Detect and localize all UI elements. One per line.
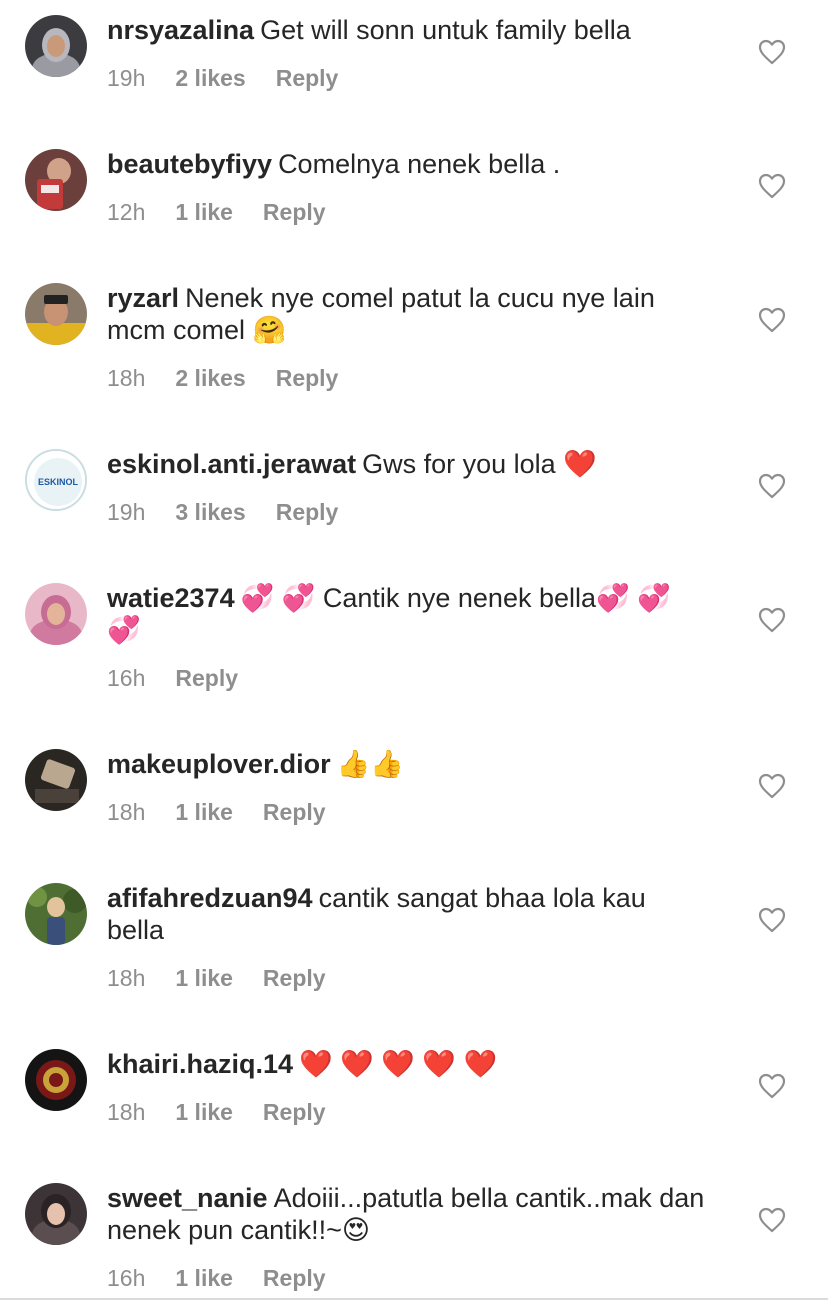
comment-meta: 18h 1 like Reply <box>107 798 326 826</box>
comment-likes[interactable]: 1 like <box>175 798 233 826</box>
comment-text-block: beautebyfiyy Comelnya nenek bella . <box>107 148 707 180</box>
avatar[interactable] <box>25 1183 87 1245</box>
comment-text: Nenek nye comel patut la cucu nye lain m… <box>107 283 655 345</box>
comment-text-block: nrsyazalina Get will sonn untuk family be… <box>107 14 707 46</box>
avatar[interactable]: ESKINOL <box>25 449 87 511</box>
comment-meta: 16h 1 like Reply <box>107 1264 326 1292</box>
comment-username[interactable]: makeuplover.dior <box>107 749 331 779</box>
comment-username[interactable]: khairi.haziq.14 <box>107 1049 293 1079</box>
comment-likes[interactable]: 3 likes <box>175 498 245 526</box>
comment-time: 18h <box>107 1099 146 1125</box>
comment-time: 16h <box>107 665 146 691</box>
comment-time: 18h <box>107 799 146 825</box>
avatar[interactable] <box>25 583 87 645</box>
like-heart-icon[interactable] <box>758 473 786 499</box>
comment-likes[interactable]: 1 like <box>175 1098 233 1126</box>
comment-meta: 16h Reply <box>107 664 238 692</box>
comment-likes[interactable]: 1 like <box>175 198 233 226</box>
comment-time: 18h <box>107 365 146 391</box>
comment-username[interactable]: afifahredzuan94 <box>107 883 313 913</box>
comment-text-block: sweet_nanie Adoiii...patutla bella cantik… <box>107 1182 707 1246</box>
svg-text:ESKINOL: ESKINOL <box>38 477 79 487</box>
comment-meta: 18h 1 like Reply <box>107 964 326 992</box>
comment-text-block: afifahredzuan94 cantik sangat bhaa lola k… <box>107 882 707 946</box>
comment-text-block: ryzarl Nenek nye comel patut la cucu nye … <box>107 282 707 346</box>
comment-likes[interactable]: 1 like <box>175 1264 233 1292</box>
like-heart-icon[interactable] <box>758 39 786 65</box>
comment-text: Comelnya nenek bella . <box>278 149 561 179</box>
comment-meta: 19h 2 likes Reply <box>107 64 338 92</box>
comment-time: 12h <box>107 199 146 225</box>
comment-username[interactable]: beautebyfiyy <box>107 149 272 179</box>
comment-likes[interactable]: 1 like <box>175 964 233 992</box>
like-heart-icon[interactable] <box>758 1207 786 1233</box>
comment-text: Gws for you lola ❤️ <box>362 449 597 479</box>
comment-meta: 12h 1 like Reply <box>107 198 326 226</box>
reply-button[interactable]: Reply <box>276 364 339 392</box>
comment-username[interactable]: nrsyazalina <box>107 15 254 45</box>
like-heart-icon[interactable] <box>758 607 786 633</box>
like-heart-icon[interactable] <box>758 907 786 933</box>
comment-text-block: makeuplover.dior 👍👍 <box>107 748 707 780</box>
comment-text-block: khairi.haziq.14 ❤️ ❤️ ❤️ ❤️ ❤️ <box>107 1048 707 1080</box>
comment-text: Get will sonn untuk family bella <box>260 15 631 45</box>
reply-button[interactable]: Reply <box>263 1264 326 1292</box>
comment-time: 19h <box>107 499 146 525</box>
avatar[interactable] <box>25 749 87 811</box>
reply-button[interactable]: Reply <box>263 964 326 992</box>
reply-button[interactable]: Reply <box>175 664 238 692</box>
comment-text-block: eskinol.anti.jerawat Gws for you lola ❤️ <box>107 448 707 480</box>
comment-meta: 19h 3 likes Reply <box>107 498 338 526</box>
avatar[interactable] <box>25 15 87 77</box>
comment-meta: 18h 2 likes Reply <box>107 364 338 392</box>
like-heart-icon[interactable] <box>758 307 786 333</box>
reply-button[interactable]: Reply <box>263 798 326 826</box>
avatar[interactable] <box>25 149 87 211</box>
like-heart-icon[interactable] <box>758 773 786 799</box>
comment-text: ❤️ ❤️ ❤️ ❤️ ❤️ <box>299 1049 498 1079</box>
comment-time: 19h <box>107 65 146 91</box>
comment-likes[interactable]: 2 likes <box>175 64 245 92</box>
comment-time: 16h <box>107 1265 146 1291</box>
like-heart-icon[interactable] <box>758 1073 786 1099</box>
comment-username[interactable]: eskinol.anti.jerawat <box>107 449 356 479</box>
avatar[interactable] <box>25 883 87 945</box>
comment-username[interactable]: sweet_nanie <box>107 1183 268 1213</box>
reply-button[interactable]: Reply <box>276 64 339 92</box>
like-heart-icon[interactable] <box>758 173 786 199</box>
comment-meta: 18h 1 like Reply <box>107 1098 326 1126</box>
reply-button[interactable]: Reply <box>263 198 326 226</box>
reply-button[interactable]: Reply <box>263 1098 326 1126</box>
avatar[interactable] <box>25 283 87 345</box>
reply-button[interactable]: Reply <box>276 498 339 526</box>
comment-username[interactable]: watie2374 <box>107 583 235 613</box>
comment-text: 👍👍 <box>336 749 404 779</box>
comment-username[interactable]: ryzarl <box>107 283 179 313</box>
comment-likes[interactable]: 2 likes <box>175 364 245 392</box>
comment-time: 18h <box>107 965 146 991</box>
avatar[interactable] <box>25 1049 87 1111</box>
comment-text-block: watie2374 💞 💞 Cantik nye nenek bella💞 💞 💞 <box>107 582 707 646</box>
